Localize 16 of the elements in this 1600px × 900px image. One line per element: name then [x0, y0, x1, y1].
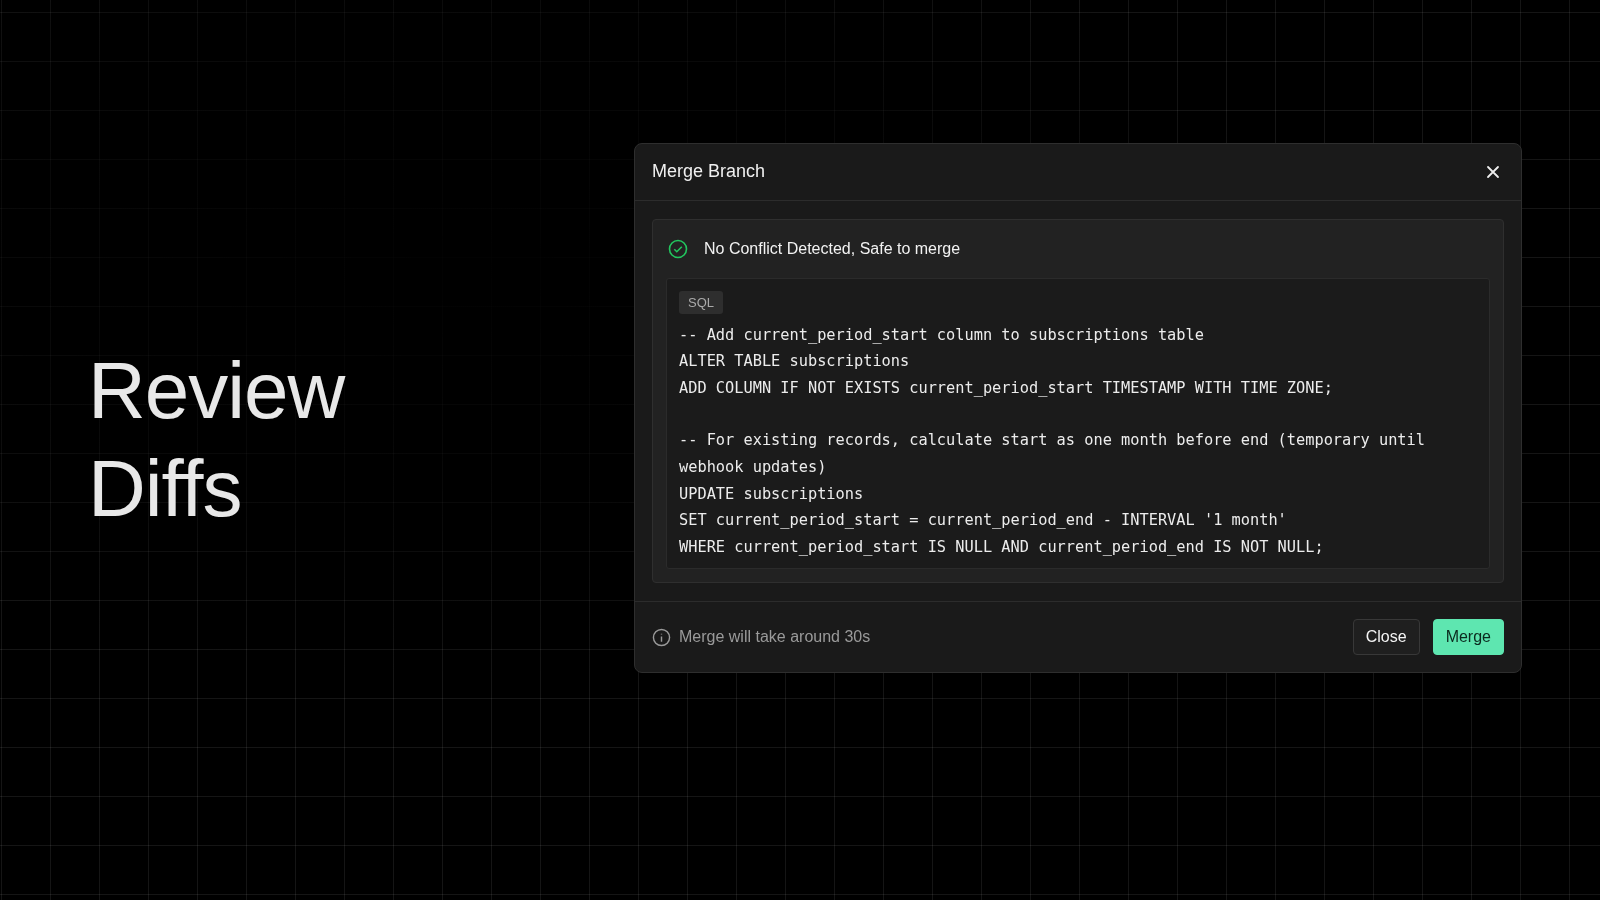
code-line: -- Add current_period_start column to subscriptions table: [679, 324, 1205, 346]
code-line: UPDATE subscriptions: [679, 483, 865, 505]
hero-title: Review Diffs: [88, 345, 347, 535]
merge-button[interactable]: Merge: [1432, 619, 1504, 656]
language-tag: SQL: [679, 290, 723, 314]
info-icon: [652, 627, 671, 647]
duration-note: Merge will take around 30s: [679, 628, 871, 647]
code-line: ALTER TABLE subscriptions: [679, 351, 911, 373]
code-line: SET current_period_start = current_period_end - INTERVAL '1 month': [679, 510, 1288, 532]
check-circle-icon: [668, 238, 688, 259]
code-line: ADD COLUMN IF NOT EXISTS current_period_start TIMESTAMP WITH TIME ZONE;: [679, 377, 1334, 399]
close-button[interactable]: Close: [1352, 619, 1420, 656]
status-message: No Conflict Detected, Safe to merge: [704, 239, 961, 258]
dialog-title: Merge Branch: [652, 161, 766, 183]
code-line: WHERE current_period_start IS NULL AND current_period_end IS NOT NULL;: [679, 536, 1325, 558]
code-line: -- For existing records, calculate start as one month before end (temporary until webhook updates): [679, 430, 1426, 478]
